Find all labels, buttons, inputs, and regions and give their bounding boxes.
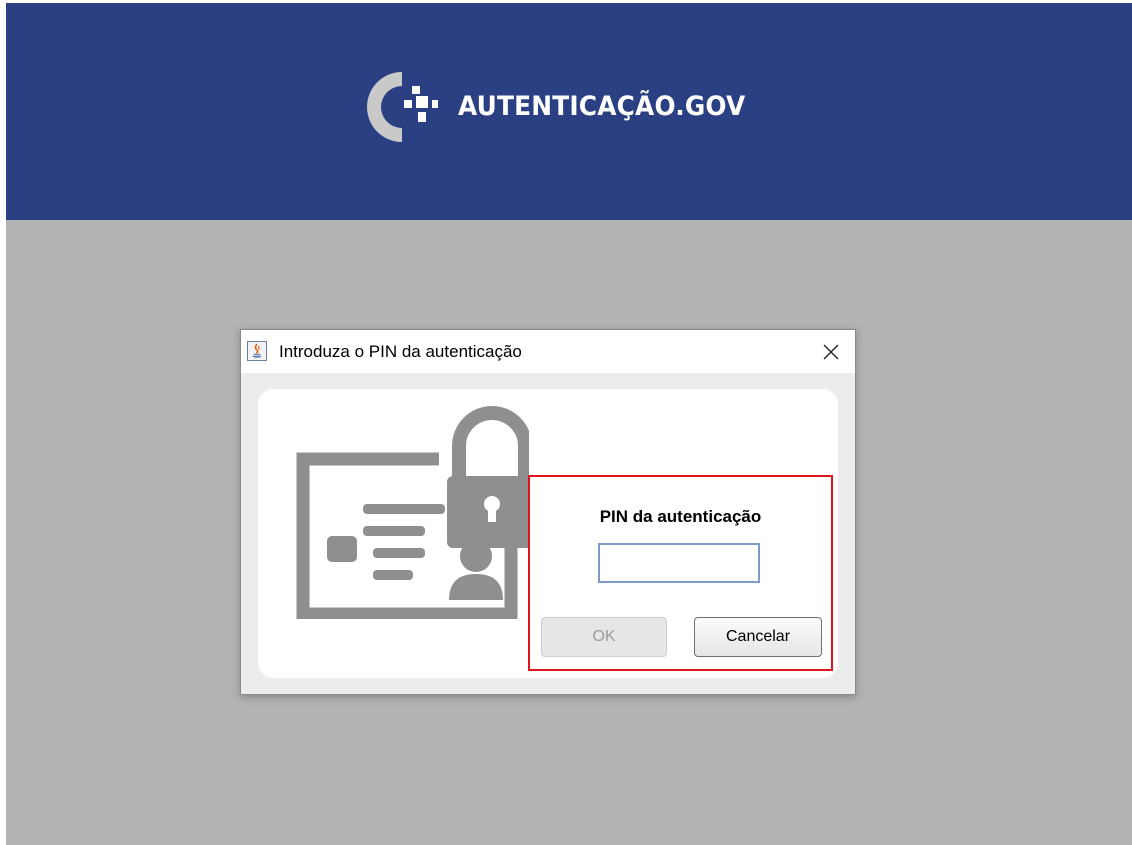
pin-entry-highlight: PIN da autenticação OK Cancelar (528, 475, 833, 671)
cancel-button[interactable]: Cancelar (694, 617, 822, 657)
ok-button[interactable]: OK (541, 617, 667, 657)
page-background: AUTENTICAÇÃO.GOV Introduza o PIN da aute… (6, 3, 1132, 845)
dialog-content-panel: PIN da autenticação OK Cancelar (258, 389, 838, 678)
close-icon (823, 344, 839, 360)
close-button[interactable] (815, 336, 847, 368)
java-icon (247, 341, 267, 361)
pin-dialog: Introduza o PIN da autenticação PIN da a… (240, 329, 856, 695)
pin-input[interactable] (598, 543, 760, 583)
dialog-titlebar[interactable]: Introduza o PIN da autenticação (241, 330, 855, 373)
header-banner: AUTENTICAÇÃO.GOV (6, 3, 1132, 220)
autenticacao-gov-logo-icon (358, 66, 438, 146)
id-card-lock-illustration (289, 404, 537, 621)
pin-label: PIN da autenticação (599, 507, 762, 526)
site-logo: AUTENTICAÇÃO.GOV (358, 66, 778, 146)
dialog-title: Introduza o PIN da autenticação (279, 342, 522, 361)
logo-text: AUTENTICAÇÃO.GOV (458, 90, 746, 122)
